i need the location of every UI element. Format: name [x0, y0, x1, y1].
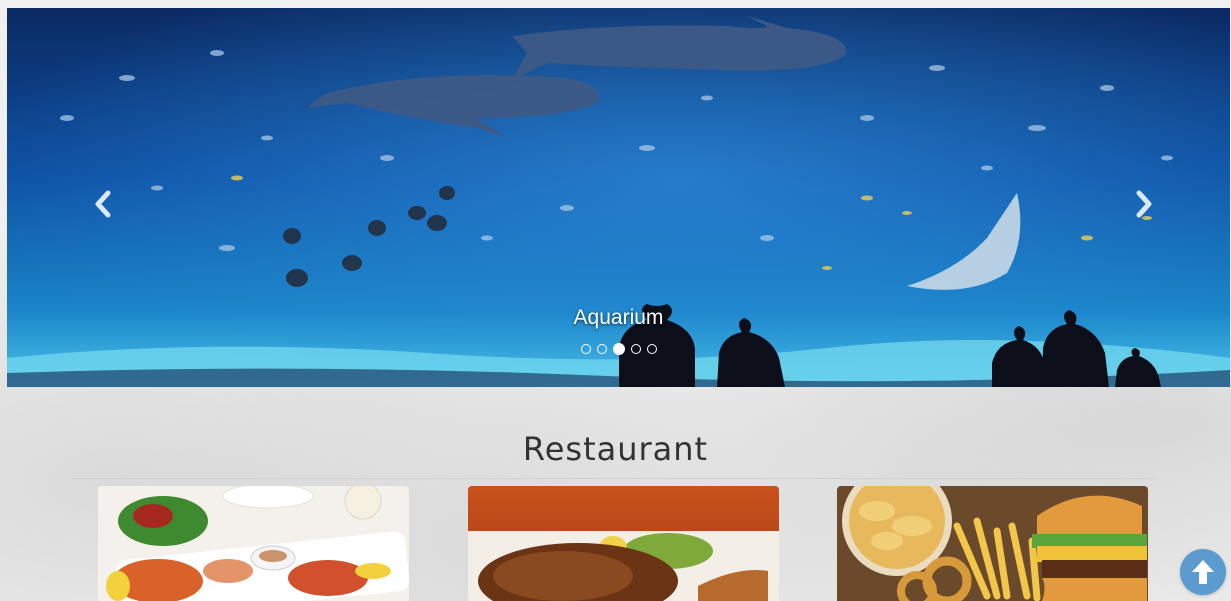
- restaurant-card-1[interactable]: [98, 486, 409, 601]
- section-title: Restaurant: [522, 430, 709, 468]
- chevron-right-icon: [1136, 190, 1152, 218]
- chevron-left-icon: [95, 190, 111, 218]
- carousel-indicator-4[interactable]: [630, 344, 641, 354]
- carousel-next-button[interactable]: [1124, 184, 1164, 224]
- carousel-indicators: [7, 343, 1230, 355]
- carousel-prev-button[interactable]: [83, 184, 123, 224]
- aquarium-slide-image: [7, 8, 1230, 387]
- burger-and-fries-image: [837, 486, 1148, 601]
- seafood-platter-image: [98, 486, 409, 601]
- back-to-top-button[interactable]: [1180, 549, 1226, 595]
- carousel-indicator-5[interactable]: [646, 344, 657, 354]
- hero-carousel[interactable]: Aquarium: [7, 8, 1230, 387]
- carousel-indicator-1[interactable]: [580, 344, 591, 354]
- restaurant-card-2[interactable]: [468, 486, 779, 601]
- carousel-caption: Aquarium: [573, 306, 664, 329]
- restaurant-card-3[interactable]: [837, 486, 1148, 601]
- carousel-indicator-3-active[interactable]: [612, 343, 625, 355]
- section-divider: [72, 478, 1157, 479]
- arrow-up-icon: [1192, 560, 1214, 584]
- roast-meat-plate-image: [468, 486, 779, 601]
- carousel-indicator-2[interactable]: [596, 344, 607, 354]
